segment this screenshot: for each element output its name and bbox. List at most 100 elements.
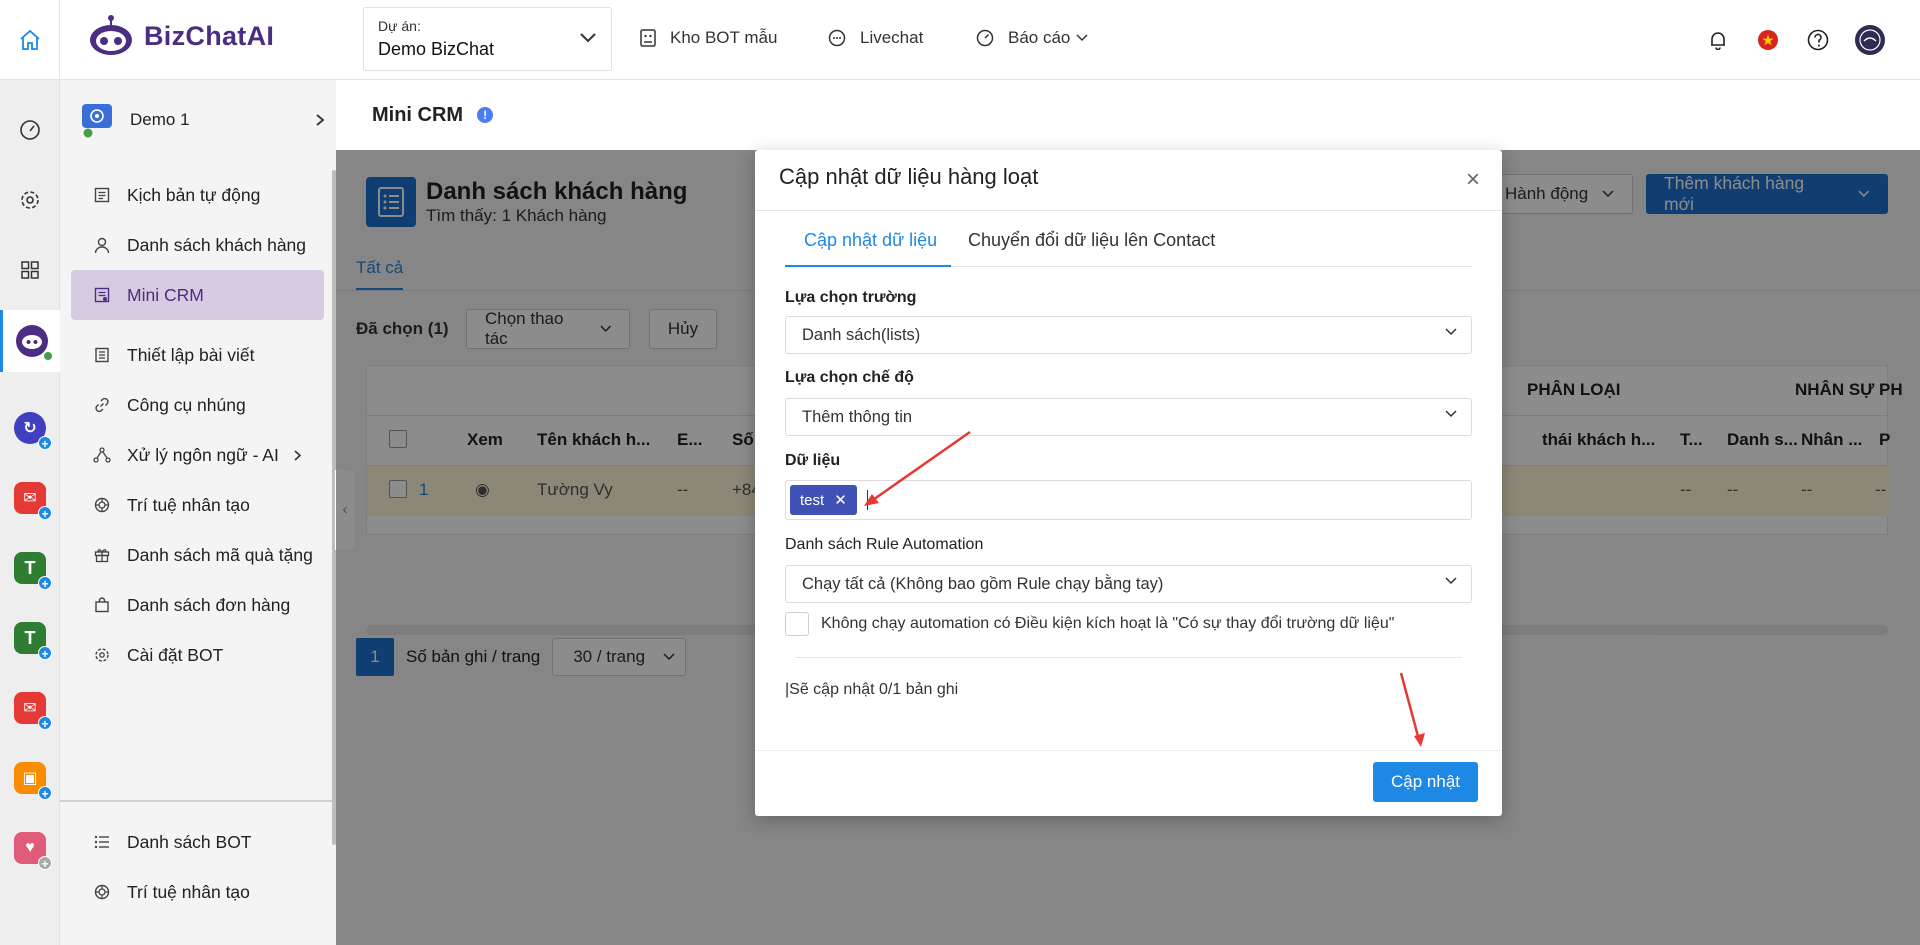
rail-app-2[interactable]: ✉ + (0, 470, 60, 526)
data-tag-input[interactable]: test ✕ (785, 480, 1472, 520)
help-button[interactable] (1806, 22, 1830, 58)
rail-apps[interactable] (0, 242, 60, 298)
sidebar-item-label: Công cụ nhúng (127, 394, 246, 415)
nav-livechat-label: Livechat (860, 28, 924, 47)
close-icon[interactable]: × (1466, 166, 1480, 194)
skip-automation-label: Không chạy automation có Điều kiện kích … (821, 615, 1395, 632)
shop-app-icon: ▣ + (14, 762, 52, 801)
top-header: BizChatAI Dự án: Demo BizChat Kho BOT mẫ… (0, 0, 1920, 80)
chevron-down-icon (1445, 328, 1457, 336)
nav-livechat[interactable]: Livechat (828, 28, 923, 48)
list-icon (94, 835, 109, 849)
bizchat-robot-logo-icon (90, 15, 132, 55)
rule-select[interactable]: Chạy tất cả (Không bao gồm Rule chạy bằn… (785, 565, 1472, 603)
rail-settings[interactable] (0, 172, 60, 228)
field-select[interactable]: Danh sách(lists) (785, 316, 1472, 354)
ai-icon (94, 884, 110, 900)
sidebar-item-bot-list[interactable]: Danh sách BOT (71, 817, 324, 867)
sidebar-item-customers[interactable]: Danh sách khách hàng (71, 220, 324, 270)
sidebar-item-scripts[interactable]: Kịch bản tự động (71, 170, 324, 220)
sidebar-item-bot-settings[interactable]: Cài đặt BOT (71, 630, 324, 680)
update-count-note: |Sẽ cập nhật 0/1 bản ghi (785, 681, 959, 698)
notification-button[interactable] (1706, 22, 1730, 58)
sidebar-item-ai-bottom[interactable]: Trí tuệ nhân tạo (71, 867, 324, 917)
rail-dashboard[interactable] (0, 102, 60, 158)
active-tab-indicator (785, 265, 951, 267)
sidebar-divider (60, 800, 336, 802)
sidebar-item-label: Danh sách mã quà tặng (127, 544, 313, 565)
sidebar-item-ai[interactable]: Trí tuệ nhân tạo (71, 480, 324, 530)
bot-avatar-icon (82, 104, 112, 138)
tab-update-data[interactable]: Cập nhật dữ liệu (804, 230, 937, 251)
mode-select-value: Thêm thông tin (802, 407, 913, 426)
bot-selector[interactable]: Demo 1 (80, 100, 325, 140)
home-button[interactable] (0, 0, 60, 80)
sidebar-item-label: Mini CRM (127, 284, 204, 305)
nav-reports[interactable]: Báo cáo (976, 28, 1088, 48)
nav-reports-label: Báo cáo (1008, 28, 1071, 47)
mail-app-icon: ✉ + (14, 692, 52, 731)
rail-app-6[interactable]: ▣ + (0, 750, 60, 806)
gear-icon (21, 191, 39, 209)
sidebar: Demo 1 Kịch bản tự động Danh sách khách … (60, 80, 336, 945)
gift-icon (94, 549, 110, 563)
post-icon (95, 347, 109, 363)
sidebar-item-mini-crm[interactable]: Mini CRM (71, 270, 324, 320)
rail-app-4[interactable]: T + (0, 610, 60, 666)
project-value: Demo BizChat (378, 39, 495, 59)
chevron-down-icon (580, 33, 596, 43)
chevron-down-icon (1076, 34, 1088, 42)
chevron-down-icon (1445, 410, 1457, 418)
skip-automation-option[interactable]: Không chạy automation có Điều kiện kích … (785, 612, 1394, 636)
rail-app-5[interactable]: ✉ + (0, 680, 60, 736)
help-circle-icon (1807, 29, 1829, 51)
bell-icon (1711, 32, 1725, 50)
submit-update-button[interactable]: Cập nhật (1373, 762, 1478, 802)
chat-bubble-icon (828, 29, 846, 47)
rail-app-3[interactable]: T + (0, 540, 60, 596)
chevron-right-icon (316, 114, 325, 126)
skip-automation-checkbox[interactable] (785, 612, 809, 636)
send-app-icon: T + (14, 552, 52, 591)
info-icon[interactable]: ! (477, 107, 494, 123)
nlp-icon (93, 447, 111, 463)
dashboard-gauge-icon (20, 120, 40, 140)
sidebar-item-orders[interactable]: Danh sách đơn hàng (71, 580, 324, 630)
user-icon (94, 237, 110, 253)
crm-icon (94, 287, 110, 303)
gear-icon (95, 648, 109, 662)
sidebar-item-nlp[interactable]: Xử lý ngôn ngữ - AI (71, 430, 324, 480)
sidebar-item-label: Danh sách đơn hàng (127, 594, 291, 615)
sidebar-item-gift-codes[interactable]: Danh sách mã quà tặng (71, 530, 324, 580)
bizfly-app-icon: ↻ + (14, 412, 52, 451)
tab-convert-contact[interactable]: Chuyển đổi dữ liệu lên Contact (968, 230, 1215, 251)
avatar[interactable] (1853, 22, 1887, 58)
mail-app-icon: ✉ + (14, 482, 52, 521)
rail-app-1[interactable]: ↻ + (0, 400, 60, 456)
tag-chip: test ✕ (790, 485, 857, 515)
modal-footer-divider (755, 750, 1502, 751)
field-select-label: Lựa chọn trường (785, 289, 917, 306)
link-icon (95, 397, 109, 413)
mode-select[interactable]: Thêm thông tin (785, 398, 1472, 436)
project-select[interactable]: Dự án: Demo BizChat (363, 7, 612, 71)
rail-app-7[interactable]: ♥ + (0, 820, 60, 876)
tag-remove-icon[interactable]: ✕ (834, 491, 847, 509)
rail-bizchat[interactable] (0, 310, 60, 372)
user-avatar-icon (1855, 25, 1885, 55)
brand-logo[interactable]: BizChatAI (88, 14, 274, 58)
language-button[interactable] (1756, 22, 1780, 58)
brand-name: BizChatAI (144, 20, 275, 51)
nav-bot-templates-label: Kho BOT mẫu (670, 28, 778, 47)
bot-name: Demo 1 (130, 110, 190, 129)
dashboard-gauge-icon (976, 29, 994, 47)
bizchat-app-icon (15, 325, 53, 361)
vietnam-flag-icon (1758, 30, 1778, 50)
nav-bot-templates[interactable]: Kho BOT mẫu (640, 28, 777, 48)
text-caret (866, 490, 868, 510)
bag-icon (95, 597, 109, 613)
sidebar-item-embed[interactable]: Công cụ nhúng (71, 380, 324, 430)
sidebar-item-posts[interactable]: Thiết lập bài viết (71, 330, 324, 380)
sidebar-item-label: Trí tuệ nhân tạo (127, 881, 250, 902)
page-title: Mini CRM (372, 103, 464, 126)
